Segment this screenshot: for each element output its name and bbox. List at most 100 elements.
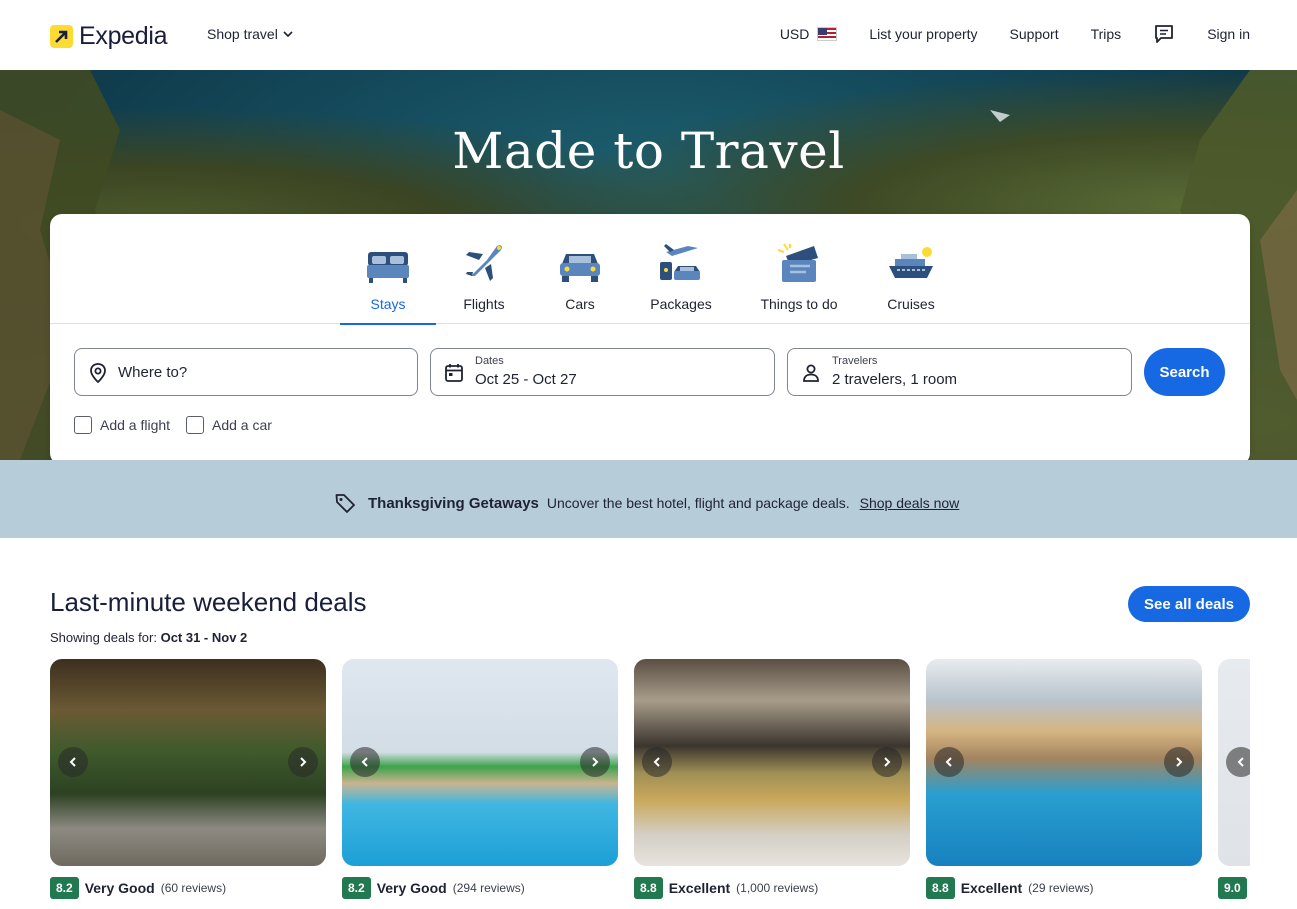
search-button[interactable]: Search [1144, 348, 1225, 396]
calendar-icon [445, 364, 463, 382]
tab-flights[interactable]: Flights [446, 236, 522, 324]
sign-in-link[interactable]: Sign in [1207, 26, 1250, 42]
deals-date-range: Oct 31 - Nov 2 [160, 630, 248, 645]
hotel-photo [926, 659, 1202, 866]
deal-card[interactable]: 9.0 [1218, 659, 1250, 899]
tab-label: Stays [370, 296, 406, 312]
add-car-label: Add a car [212, 417, 272, 433]
hotel-photo [1218, 659, 1250, 866]
tab-things-to-do[interactable]: Things to do [750, 236, 848, 324]
checkbox-box[interactable] [74, 416, 92, 434]
travelers-label: Travelers [832, 355, 878, 367]
ticket-icon [777, 243, 818, 282]
banner-title: Thanksgiving Getaways [368, 494, 539, 512]
tab-label: Cruises [887, 296, 935, 312]
rating-score: 9.0 [1218, 877, 1247, 899]
tab-label: Flights [463, 296, 505, 312]
shop-travel-menu[interactable]: Shop travel [207, 26, 294, 42]
rating: 8.8 Excellent (1,000 reviews) [634, 877, 818, 899]
chat-icon [1155, 25, 1174, 43]
deal-card[interactable]: 8.8 Excellent (29 reviews) [926, 659, 1202, 899]
deals-date-info: Showing deals for: Oct 31 - Nov 2 [50, 630, 247, 645]
next-photo-button[interactable] [580, 747, 610, 777]
shop-travel-label: Shop travel [207, 26, 278, 42]
rating: 8.8 Excellent (29 reviews) [926, 877, 1094, 899]
search-tabs: Stays Flights Cars Packages Things to do… [50, 214, 1250, 325]
review-count: (294 reviews) [452, 881, 525, 895]
destination-input[interactable]: Where to? [74, 348, 418, 396]
shop-deals-link[interactable]: Shop deals now [860, 495, 960, 511]
travelers-field[interactable]: Travelers 2 travelers, 1 room [787, 348, 1132, 396]
banner-text: Uncover the best hotel, flight and packa… [546, 495, 850, 511]
rating: 9.0 [1218, 877, 1247, 899]
promo-banner: Thanksgiving Getaways Uncover the best h… [0, 460, 1297, 538]
prev-photo-button[interactable] [642, 747, 672, 777]
prev-photo-button[interactable] [934, 747, 964, 777]
deal-card[interactable]: 8.2 Very Good (60 reviews) [50, 659, 326, 899]
search-card: Stays Flights Cars Packages Things to do… [50, 214, 1250, 465]
deals-carousel: 8.2 Very Good (60 reviews) 8.2 Very Good… [50, 659, 1250, 909]
chevron-left-icon [361, 757, 368, 767]
checkbox-box[interactable] [186, 416, 204, 434]
dates-value: Oct 25 - Oct 27 [475, 371, 577, 388]
tab-label: Things to do [760, 296, 838, 312]
currency-selector[interactable]: USD [780, 26, 838, 42]
tab-label: Cars [565, 296, 595, 312]
tab-stays[interactable]: Stays [340, 236, 436, 325]
hotel-photo [342, 659, 618, 866]
tab-label: Packages [650, 296, 712, 312]
rating-score: 8.8 [634, 877, 663, 899]
location-pin-icon [90, 363, 106, 384]
chevron-left-icon [1237, 757, 1244, 767]
list-property-link[interactable]: List your property [869, 26, 977, 42]
messages-button[interactable] [1153, 23, 1175, 45]
rating-score: 8.8 [926, 877, 955, 899]
support-link[interactable]: Support [1010, 26, 1059, 42]
us-flag-icon [817, 27, 838, 41]
add-car-checkbox[interactable]: Add a car [186, 416, 272, 434]
rating: 8.2 Very Good (294 reviews) [342, 877, 525, 899]
expedia-logo[interactable]: Expedia [50, 22, 168, 51]
packages-icon [660, 244, 700, 280]
header-nav: USD List your property Support Trips Sig… [748, 22, 1250, 46]
rating-score: 8.2 [342, 877, 371, 899]
chevron-right-icon [592, 757, 599, 767]
next-photo-button[interactable] [1164, 747, 1194, 777]
hotel-photo [50, 659, 326, 866]
airplane-icon [466, 245, 502, 281]
deal-card[interactable]: 8.8 Excellent (1,000 reviews) [634, 659, 910, 899]
see-all-deals-button[interactable]: See all deals [1128, 586, 1250, 622]
hero-title: Made to Travel [452, 122, 845, 180]
add-flight-label: Add a flight [100, 417, 171, 433]
review-count: (29 reviews) [1028, 881, 1094, 895]
cruise-ship-icon [889, 247, 933, 278]
rating: 8.2 Very Good (60 reviews) [50, 877, 226, 899]
review-count: (60 reviews) [160, 881, 227, 895]
top-header: Expedia Shop travel USD List your proper… [0, 0, 1297, 70]
chevron-left-icon [945, 757, 952, 767]
prev-photo-button[interactable] [58, 747, 88, 777]
travelers-value: 2 travelers, 1 room [832, 371, 958, 388]
tab-cars[interactable]: Cars [542, 236, 618, 324]
rating-label: Very Good [84, 880, 155, 896]
dates-field[interactable]: Dates Oct 25 - Oct 27 [430, 348, 775, 396]
tab-packages[interactable]: Packages [638, 236, 724, 324]
trips-link[interactable]: Trips [1091, 26, 1122, 42]
next-photo-button[interactable] [288, 747, 318, 777]
destination-placeholder: Where to? [118, 364, 188, 381]
review-count: (1,000 reviews) [736, 881, 819, 895]
tab-cruises[interactable]: Cruises [872, 236, 950, 324]
next-photo-button[interactable] [872, 747, 902, 777]
deal-card[interactable]: 8.2 Very Good (294 reviews) [342, 659, 618, 899]
prev-photo-button[interactable] [350, 747, 380, 777]
chevron-right-icon [1176, 757, 1183, 767]
add-flight-checkbox[interactable]: Add a flight [74, 416, 170, 434]
showing-for-label: Showing deals for: [50, 630, 157, 645]
car-icon [560, 254, 600, 282]
tag-icon [335, 494, 355, 513]
chevron-down-icon [283, 31, 293, 38]
hotel-photo [634, 659, 910, 866]
logo-text: Expedia [79, 22, 168, 50]
prev-photo-button[interactable] [1226, 747, 1250, 777]
rating-label: Very Good [376, 880, 447, 896]
